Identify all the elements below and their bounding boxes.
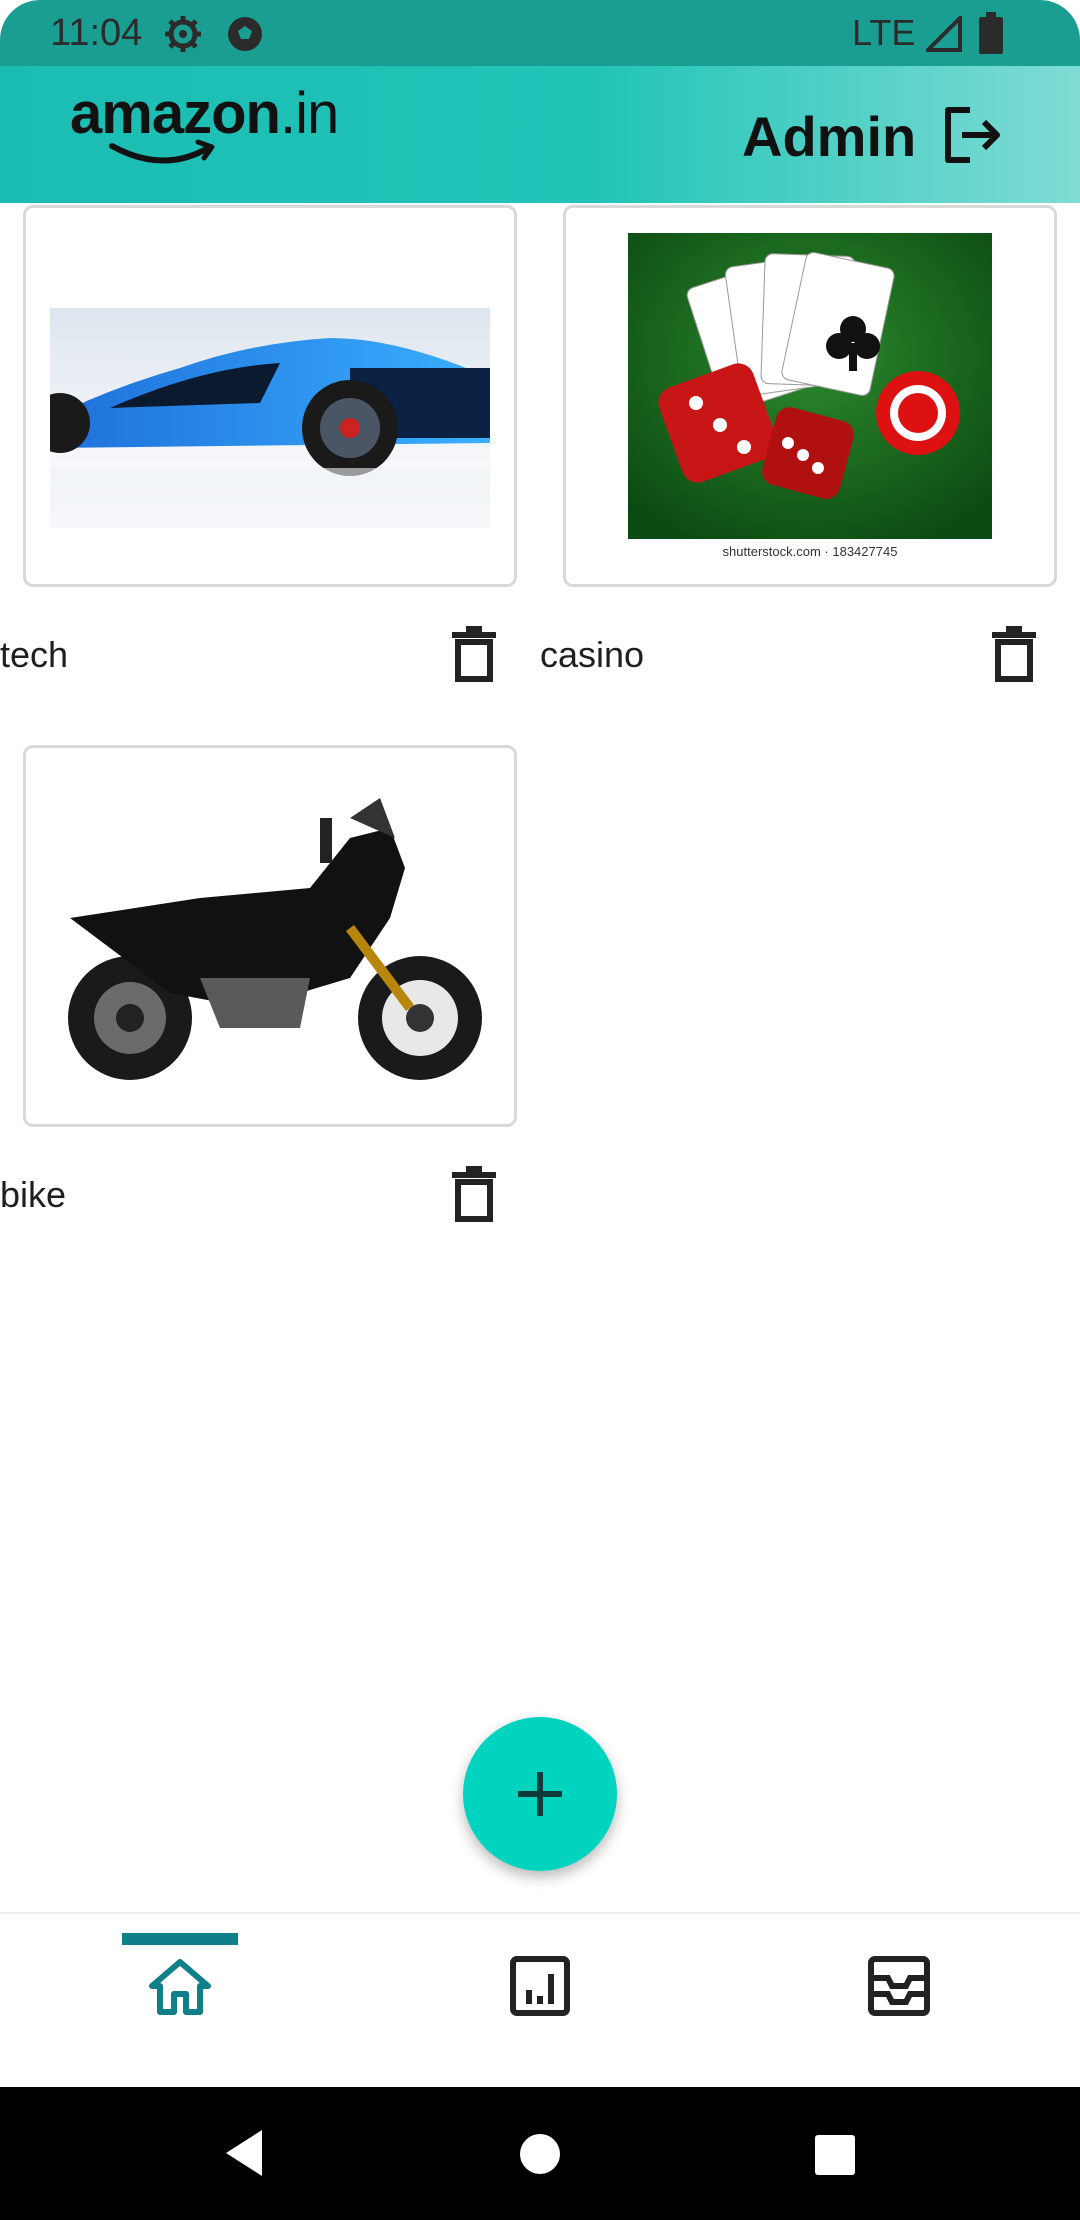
active-tab-indicator	[122, 1933, 238, 1945]
back-icon[interactable]	[222, 2128, 266, 2178]
category-card-bike[interactable]	[23, 745, 517, 1127]
orders-inbox-icon[interactable]	[868, 1956, 930, 2016]
category-label: tech	[0, 634, 69, 675]
playing-cards-image	[628, 233, 992, 539]
logo-wordmark: amazon	[70, 81, 281, 146]
signal-icon	[926, 16, 962, 52]
amazon-smile-icon	[109, 139, 215, 164]
add-category-button[interactable]	[463, 1717, 617, 1871]
soccer-ball-icon	[228, 17, 262, 51]
analytics-icon[interactable]	[510, 1956, 570, 2016]
category-card-casino[interactable]: shutterstock.com · 183427745	[563, 205, 1057, 587]
network-type: LTE	[852, 12, 916, 53]
plus-icon	[518, 1772, 562, 1816]
status-bar	[0, 0, 1080, 66]
category-label: bike	[0, 1174, 67, 1215]
delete-icon[interactable]	[452, 1166, 496, 1222]
amazon-logo: amazon.in	[70, 80, 339, 147]
settings-gear-icon	[165, 16, 201, 52]
status-time: 11:04	[50, 12, 143, 54]
motorcycle-image	[50, 778, 490, 1098]
category-card-tech[interactable]	[23, 205, 517, 587]
image-caption: shutterstock.com · 183427745	[722, 544, 898, 559]
logo-domain: .in	[279, 81, 339, 146]
logout-icon[interactable]	[940, 104, 1002, 166]
recents-icon[interactable]	[814, 2134, 856, 2176]
category-label: casino	[540, 634, 645, 675]
home-circle-icon[interactable]	[518, 2132, 562, 2176]
delete-icon[interactable]	[452, 626, 496, 682]
delete-icon[interactable]	[992, 626, 1036, 682]
sports-car-image	[50, 308, 490, 528]
admin-label: Admin	[742, 105, 917, 168]
home-icon[interactable]	[148, 1958, 212, 2016]
battery-icon	[979, 12, 1003, 54]
